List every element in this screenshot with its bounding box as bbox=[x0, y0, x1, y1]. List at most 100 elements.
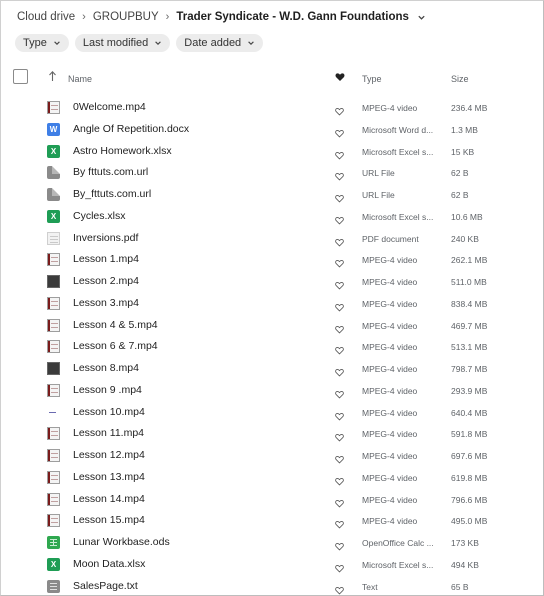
file-size: 469.7 MB bbox=[451, 320, 488, 331]
file-name[interactable]: Moon Data.xlsx bbox=[73, 558, 145, 570]
url-file-icon bbox=[47, 166, 60, 180]
file-row[interactable]: Lesson 13.mp4 MPEG-4 video 619.8 MB bbox=[1, 467, 543, 489]
file-row[interactable]: By_fttuts.com.url URL File 62 B bbox=[1, 184, 543, 206]
file-row[interactable]: Lesson 11.mp4 MPEG-4 video 591.8 MB bbox=[1, 423, 543, 445]
file-size: 15 KB bbox=[451, 146, 475, 157]
file-row[interactable]: X Cycles.xlsx Microsoft Excel s... 10.6 MB bbox=[1, 206, 543, 228]
file-name[interactable]: Lesson 3.mp4 bbox=[73, 297, 139, 309]
file-row[interactable]: Lesson 12.mp4 MPEG-4 video 697.6 MB bbox=[1, 445, 543, 467]
pdf-file-icon bbox=[47, 231, 60, 245]
file-size: 262.1 MB bbox=[451, 255, 488, 266]
file-size: 494 KB bbox=[451, 559, 479, 570]
chevron-down-icon bbox=[248, 41, 254, 45]
file-name[interactable]: Lesson 13.mp4 bbox=[73, 471, 145, 483]
column-header-row: Name Type Size bbox=[1, 67, 543, 89]
file-name[interactable]: 0Welcome.mp4 bbox=[73, 101, 146, 113]
file-size: 697.6 MB bbox=[451, 451, 488, 461]
filter-date-added-button[interactable]: Date added bbox=[176, 34, 264, 52]
column-size-header[interactable]: Size bbox=[451, 74, 469, 84]
file-name[interactable]: Inversions.pdf bbox=[73, 232, 138, 244]
breadcrumb-cloud-drive[interactable]: Cloud drive bbox=[17, 11, 75, 23]
file-type: MPEG-4 video bbox=[362, 342, 418, 353]
file-row[interactable]: By fttuts.com.url URL File 62 B bbox=[1, 162, 543, 184]
chevron-down-icon[interactable] bbox=[417, 13, 426, 22]
video-file-icon bbox=[47, 514, 60, 528]
file-row[interactable]: SalesPage.txt Text 65 B bbox=[1, 576, 543, 596]
column-name-header[interactable]: Name bbox=[68, 74, 92, 84]
video-file-icon bbox=[47, 449, 60, 462]
filter-type-button[interactable]: Type bbox=[15, 34, 69, 52]
word-file-icon: W bbox=[47, 122, 60, 136]
file-size: 619.8 MB bbox=[451, 472, 488, 483]
file-name[interactable]: Lesson 8.mp4 bbox=[73, 362, 139, 374]
file-name[interactable]: Lesson 11.mp4 bbox=[73, 427, 144, 439]
video-file-icon bbox=[47, 427, 60, 441]
file-size: 293.9 MB bbox=[451, 385, 488, 396]
file-name[interactable]: Lesson 9 .mp4 bbox=[73, 384, 142, 396]
filter-last-modified-label: Last modified bbox=[82, 37, 149, 49]
file-row[interactable]: Lesson 1.mp4 MPEG-4 video 262.1 MB bbox=[1, 249, 543, 271]
file-row[interactable]: W Angle Of Repetition.docx Microsoft Word … bbox=[1, 119, 543, 141]
file-name[interactable]: Lesson 10.mp4 bbox=[73, 406, 145, 418]
file-name[interactable]: SalesPage.txt bbox=[73, 580, 138, 592]
video-dark-file-icon bbox=[47, 362, 60, 375]
file-size: 173 KB bbox=[451, 538, 479, 548]
file-size: 240 KB bbox=[451, 233, 479, 244]
file-type: MPEG-4 video bbox=[362, 385, 418, 396]
file-row[interactable]: Lesson 6 & 7.mp4 MPEG-4 video 513.1 MB bbox=[1, 336, 543, 358]
file-row[interactable]: X Moon Data.xlsx Microsoft Excel s... 494 K… bbox=[1, 554, 543, 576]
file-name[interactable]: Lesson 12.mp4 bbox=[73, 449, 145, 461]
file-name[interactable]: Lunar Workbase.ods bbox=[73, 536, 170, 548]
file-name[interactable]: Lesson 6 & 7.mp4 bbox=[73, 340, 158, 352]
file-row[interactable]: Lesson 4 & 5.mp4 MPEG-4 video 469.7 MB bbox=[1, 315, 543, 337]
file-size: 796.6 MB bbox=[451, 494, 488, 505]
file-name[interactable]: Lesson 15.mp4 bbox=[73, 514, 145, 526]
file-row[interactable]: Lesson 3.mp4 MPEG-4 video 838.4 MB bbox=[1, 293, 543, 315]
file-name[interactable]: Lesson 2.mp4 bbox=[73, 275, 139, 287]
text-file-icon bbox=[47, 579, 60, 593]
favourite-filled-icon[interactable] bbox=[335, 72, 345, 82]
breadcrumb-current-folder[interactable]: Trader Syndicate - W.D. Gann Foundations bbox=[176, 11, 409, 23]
file-size: 62 B bbox=[451, 190, 469, 200]
file-type: Text bbox=[362, 581, 378, 592]
file-list: 0Welcome.mp4 MPEG-4 video 236.4 MB W Angle O… bbox=[1, 97, 543, 596]
sort-ascending-icon[interactable] bbox=[48, 70, 57, 82]
video-file-icon bbox=[47, 318, 60, 332]
file-browser-window: Cloud drive › GROUPBUY › Trader Syndicat… bbox=[0, 0, 544, 596]
file-row[interactable]: Lesson 2.mp4 MPEG-4 video 511.0 MB bbox=[1, 271, 543, 293]
file-row[interactable]: X Astro Homework.xlsx Microsoft Excel s...… bbox=[1, 141, 543, 163]
file-type: Microsoft Word d... bbox=[362, 124, 434, 135]
file-row[interactable]: Lesson 15.mp4 MPEG-4 video 495.0 MB bbox=[1, 510, 543, 532]
url-file-icon bbox=[47, 188, 60, 201]
file-type: MPEG-4 video bbox=[362, 407, 418, 418]
file-row[interactable]: Lesson 14.mp4 MPEG-4 video 796.6 MB bbox=[1, 489, 543, 511]
file-row[interactable]: Lesson 10.mp4 MPEG-4 video 640.4 MB bbox=[1, 402, 543, 424]
column-type-header[interactable]: Type bbox=[362, 74, 382, 84]
breadcrumb-groupbuy[interactable]: GROUPBUY bbox=[93, 11, 159, 23]
file-name[interactable]: Astro Homework.xlsx bbox=[73, 145, 172, 157]
file-type: MPEG-4 video bbox=[362, 277, 418, 287]
file-name[interactable]: By fttuts.com.url bbox=[73, 166, 148, 178]
file-name[interactable]: Lesson 1.mp4 bbox=[73, 253, 139, 265]
file-type: OpenOffice Calc ... bbox=[362, 538, 434, 548]
file-name[interactable]: Angle Of Repetition.docx bbox=[73, 123, 189, 135]
file-size: 10.6 MB bbox=[451, 211, 483, 222]
file-row[interactable]: Lesson 9 .mp4 MPEG-4 video 293.9 MB bbox=[1, 380, 543, 402]
file-row[interactable]: Lunar Workbase.ods OpenOffice Calc ... 173… bbox=[1, 532, 543, 554]
file-name[interactable]: Cycles.xlsx bbox=[73, 210, 126, 222]
file-type: Microsoft Excel s... bbox=[362, 146, 434, 157]
ods-file-icon bbox=[47, 536, 60, 549]
file-type: MPEG-4 video bbox=[362, 320, 418, 331]
favourite-icon[interactable] bbox=[335, 582, 344, 596]
file-row[interactable]: 0Welcome.mp4 MPEG-4 video 236.4 MB bbox=[1, 97, 543, 119]
file-size: 640.4 MB bbox=[451, 407, 488, 418]
video-file-icon bbox=[47, 383, 60, 397]
file-name[interactable]: Lesson 14.mp4 bbox=[73, 493, 145, 505]
file-row[interactable]: Lesson 8.mp4 MPEG-4 video 798.7 MB bbox=[1, 358, 543, 380]
file-row[interactable]: Inversions.pdf PDF document 240 KB bbox=[1, 228, 543, 250]
file-name[interactable]: By_fttuts.com.url bbox=[73, 188, 151, 200]
filter-last-modified-button[interactable]: Last modified bbox=[74, 34, 171, 52]
file-name[interactable]: Lesson 4 & 5.mp4 bbox=[73, 319, 158, 331]
select-all-checkbox[interactable] bbox=[13, 69, 28, 84]
file-type: MPEG-4 video bbox=[362, 298, 418, 309]
